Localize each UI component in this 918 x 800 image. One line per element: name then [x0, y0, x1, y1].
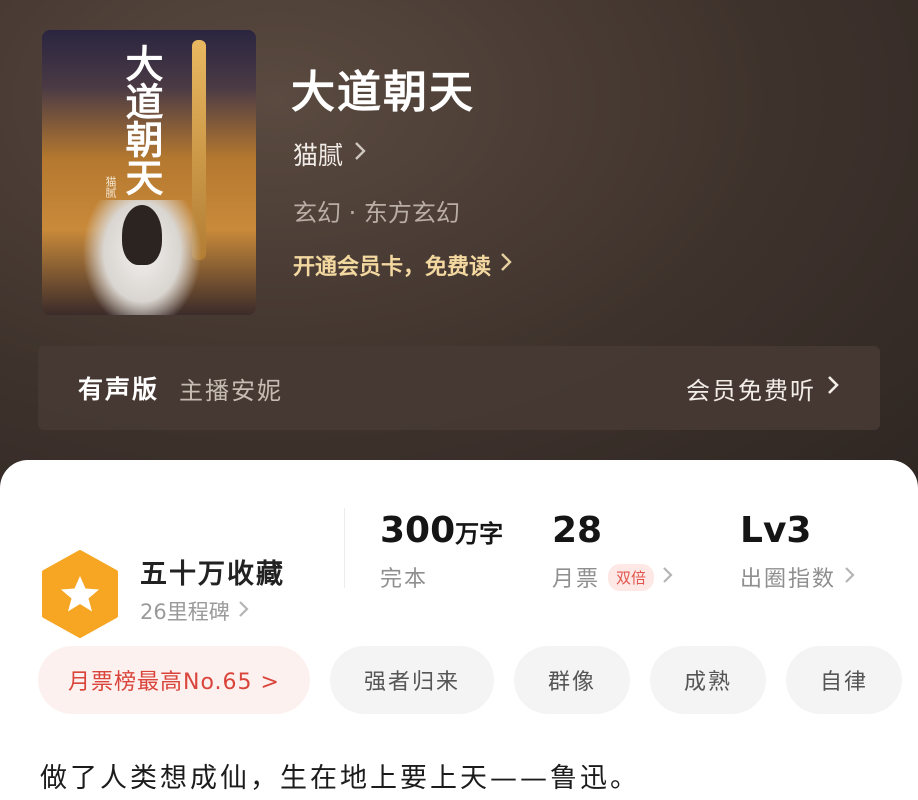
- listen-free-label: 会员免费听: [686, 376, 816, 405]
- stats-divider: [344, 508, 345, 588]
- tag-item[interactable]: 群像: [513, 646, 630, 714]
- stat-word-count: 300万字 完本: [380, 510, 503, 593]
- tag-item[interactable]: 成熟: [649, 646, 766, 714]
- genre-label: 玄幻 · 东方玄幻: [293, 193, 460, 228]
- author-name: 猫腻: [293, 141, 344, 170]
- book-title: 大道朝天: [291, 67, 475, 118]
- book-cover[interactable]: 大道朝天 猫腻: [42, 30, 256, 315]
- tag-list: 月票榜最高No.65 > 强者归来 群像 成熟 自律: [38, 646, 903, 714]
- listen-free-button[interactable]: 会员免费听: [686, 371, 840, 406]
- genre-text: 玄幻 · 东方玄幻: [293, 199, 460, 227]
- milestone-link[interactable]: 26里程碑: [140, 596, 250, 626]
- index-label: 出圈指数: [740, 567, 837, 592]
- index-value: Lv3: [740, 510, 812, 551]
- chevron-right-icon: [238, 599, 250, 623]
- tag-item[interactable]: 强者归来: [329, 646, 494, 714]
- chevron-right-icon: [826, 374, 840, 402]
- author-link[interactable]: 猫腻: [293, 136, 367, 172]
- audio-narrator: 主播安妮: [179, 376, 284, 405]
- cover-art-figure-hair: [122, 205, 162, 265]
- completion-status: 完本: [380, 567, 429, 592]
- stat-index[interactable]: Lv3 出圈指数: [740, 510, 856, 593]
- vip-card-text: 开通会员卡，免费读: [293, 255, 492, 280]
- cover-author: 猫腻: [104, 176, 117, 198]
- book-info-sheet: 五十万收藏 26里程碑 300万字 完本 28 月票 双倍 Lv3 出圈指数 月…: [0, 460, 918, 800]
- cover-title: 大道朝天: [119, 44, 164, 196]
- monthly-votes-value: 28: [552, 510, 603, 551]
- word-count-unit: 万字: [455, 520, 504, 548]
- book-intro-quote: 做了人类想成仙，生在地上要上天——鲁迅。: [40, 763, 640, 794]
- star-icon: [40, 550, 120, 638]
- monthly-votes-label: 月票: [552, 567, 601, 592]
- chevron-right-icon: [499, 251, 513, 279]
- tag-item[interactable]: 自律: [786, 646, 903, 714]
- audio-version-bar[interactable]: 有声版 主播安妮 会员免费听: [38, 346, 880, 430]
- vip-card-link[interactable]: 开通会员卡，免费读: [293, 249, 513, 281]
- collection-title: 五十万收藏: [140, 559, 285, 590]
- stat-monthly-votes[interactable]: 28 月票 双倍: [552, 510, 674, 593]
- chevron-right-icon: [353, 140, 367, 168]
- chevron-right-icon: [844, 565, 856, 590]
- double-votes-badge: 双倍: [608, 563, 655, 591]
- milestone-text: 26里程碑: [140, 600, 230, 624]
- word-count-value: 300: [380, 510, 456, 551]
- chevron-right-icon: [662, 565, 674, 590]
- book-header: 大道朝天 猫腻 大道朝天 猫腻 玄幻 · 东方玄幻 开通会员卡，免费读 有声版 …: [0, 0, 918, 500]
- tag-rank[interactable]: 月票榜最高No.65 >: [38, 646, 310, 714]
- audio-version-label: 有声版: [78, 375, 160, 404]
